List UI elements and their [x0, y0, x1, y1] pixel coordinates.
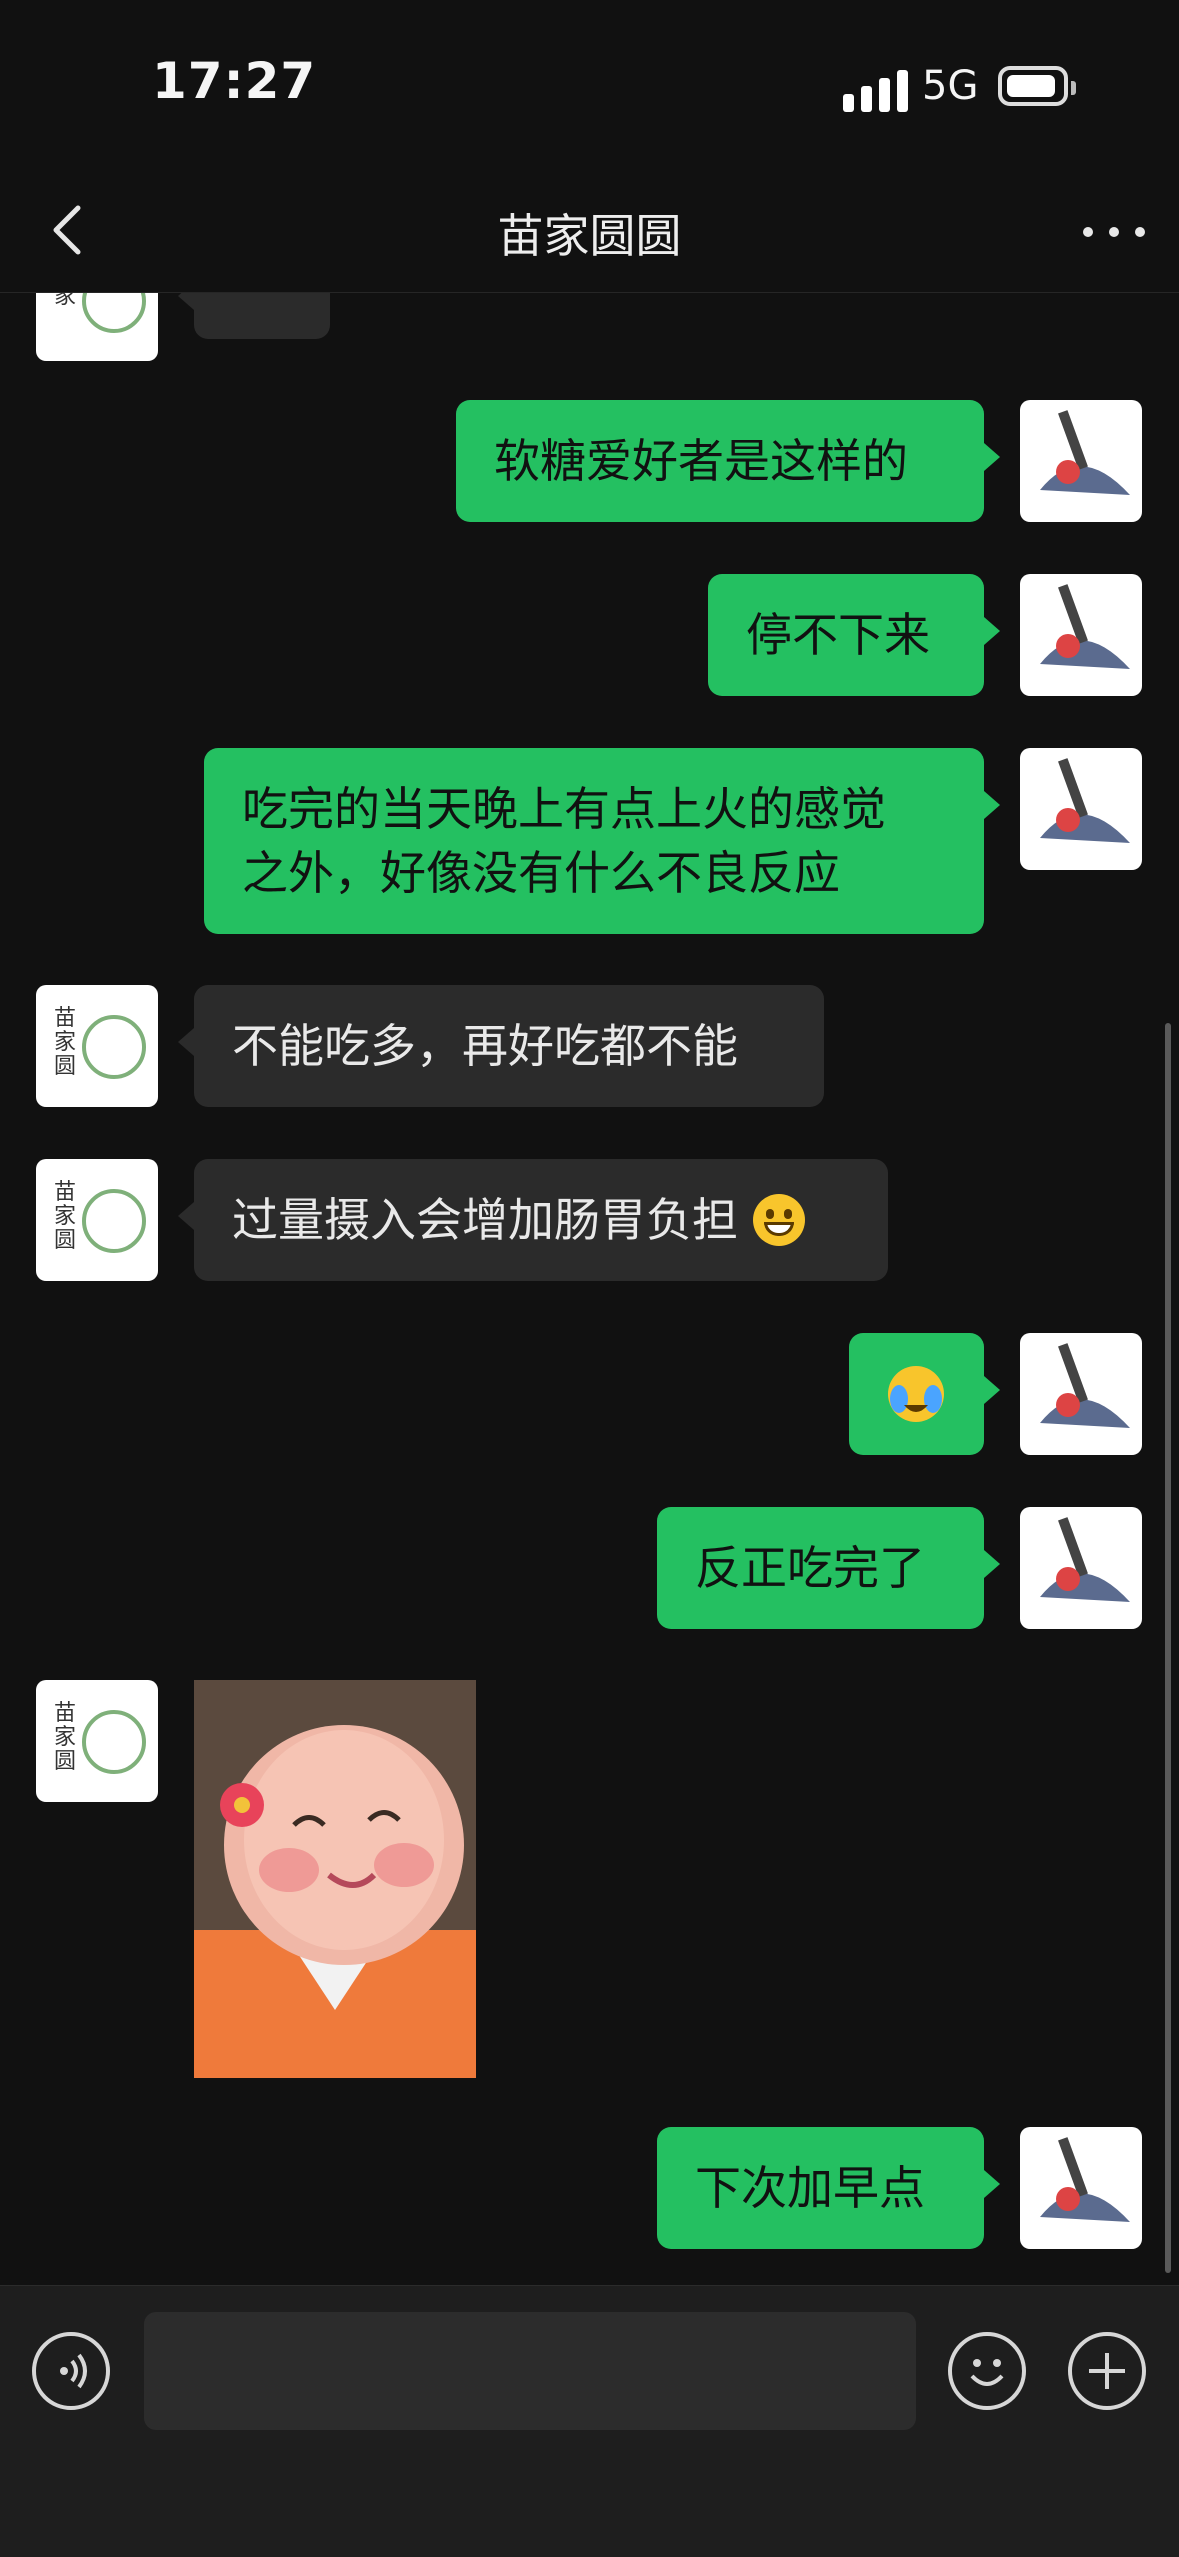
chat-header: 苗家圆圆	[0, 170, 1179, 293]
message-outgoing[interactable]: 反正吃完了	[657, 1507, 1000, 1629]
message-text: 软糖爱好者是这样的	[494, 434, 908, 488]
emoji-icon[interactable]	[948, 2332, 1026, 2410]
more-options-icon[interactable]	[1079, 200, 1149, 260]
message-outgoing[interactable]: 停不下来	[708, 574, 1000, 696]
message-emoji-outgoing[interactable]	[849, 1333, 1000, 1455]
my-avatar[interactable]	[1020, 1507, 1142, 1629]
svg-text:家: 家	[54, 1204, 76, 1229]
voice-icon[interactable]	[32, 2332, 110, 2410]
input-bar	[0, 2285, 1179, 2557]
battery-icon	[998, 66, 1076, 106]
contact-avatar[interactable]: 苗家圆	[36, 985, 158, 1107]
svg-text:苗: 苗	[54, 1006, 76, 1031]
svg-text:苗: 苗	[54, 1180, 76, 1205]
svg-text:家: 家	[54, 1725, 76, 1750]
baby-image	[194, 1680, 476, 2078]
grinning-emoji-icon	[752, 1194, 805, 1246]
contact-avatar[interactable]: 苗家圆	[36, 1159, 158, 1281]
status-bar: 17:27 5G	[0, 0, 1179, 170]
message-text: 不能吃多，再好吃都不能	[232, 1019, 738, 1073]
svg-text:圆: 圆	[54, 1054, 76, 1079]
baby-photo-message[interactable]	[194, 1680, 476, 2078]
svg-text:圆: 圆	[54, 1749, 76, 1774]
message-text: 下次加早点	[695, 2161, 925, 2215]
my-avatar[interactable]	[1020, 574, 1142, 696]
my-avatar[interactable]	[1020, 2127, 1142, 2249]
my-avatar[interactable]	[1020, 400, 1142, 522]
message-incoming[interactable]: 过量摄入会增加肠胃负担	[178, 1159, 888, 1281]
signal-icon	[843, 68, 909, 112]
message-outgoing[interactable]: 下次加早点	[657, 2127, 1000, 2249]
chat-title: 苗家圆圆	[497, 209, 682, 263]
message-incoming[interactable]: 不能吃多，再好吃都不能	[178, 985, 824, 1107]
message-list[interactable]: 苗家 软糖爱好者是这样的 停不下来 吃完的当天晚上有点上火的感觉 之外，好像没有…	[0, 293, 1179, 2285]
message-outgoing[interactable]: 软糖爱好者是这样的	[456, 400, 1000, 522]
contact-avatar[interactable]: 苗家圆	[36, 1680, 158, 1802]
my-avatar[interactable]	[1020, 748, 1142, 870]
scrollbar[interactable]	[1165, 1023, 1171, 2273]
plus-icon[interactable]	[1068, 2332, 1146, 2410]
svg-text:家: 家	[54, 293, 76, 309]
crying-laughing-emoji-icon	[888, 1366, 944, 1422]
network-type: 5G	[922, 63, 979, 109]
svg-text:苗: 苗	[54, 1701, 76, 1726]
message-emoji-incoming[interactable]	[178, 293, 330, 339]
message-outgoing[interactable]: 吃完的当天晚上有点上火的感觉 之外，好像没有什么不良反应	[204, 748, 1000, 934]
message-input[interactable]	[144, 2312, 916, 2430]
message-text-line-2: 之外，好像没有什么不良反应	[242, 846, 840, 900]
svg-text:圆: 圆	[54, 1228, 76, 1253]
contact-avatar[interactable]: 苗家	[36, 293, 158, 361]
message-text-line-1: 吃完的当天晚上有点上火的感觉	[242, 782, 886, 836]
message-text: 停不下来	[746, 608, 930, 662]
status-time: 17:27	[152, 52, 317, 110]
my-avatar[interactable]	[1020, 1333, 1142, 1455]
message-text: 过量摄入会增加肠胃负担	[232, 1193, 738, 1247]
svg-text:家: 家	[54, 1030, 76, 1055]
message-text: 反正吃完了	[695, 1541, 925, 1595]
